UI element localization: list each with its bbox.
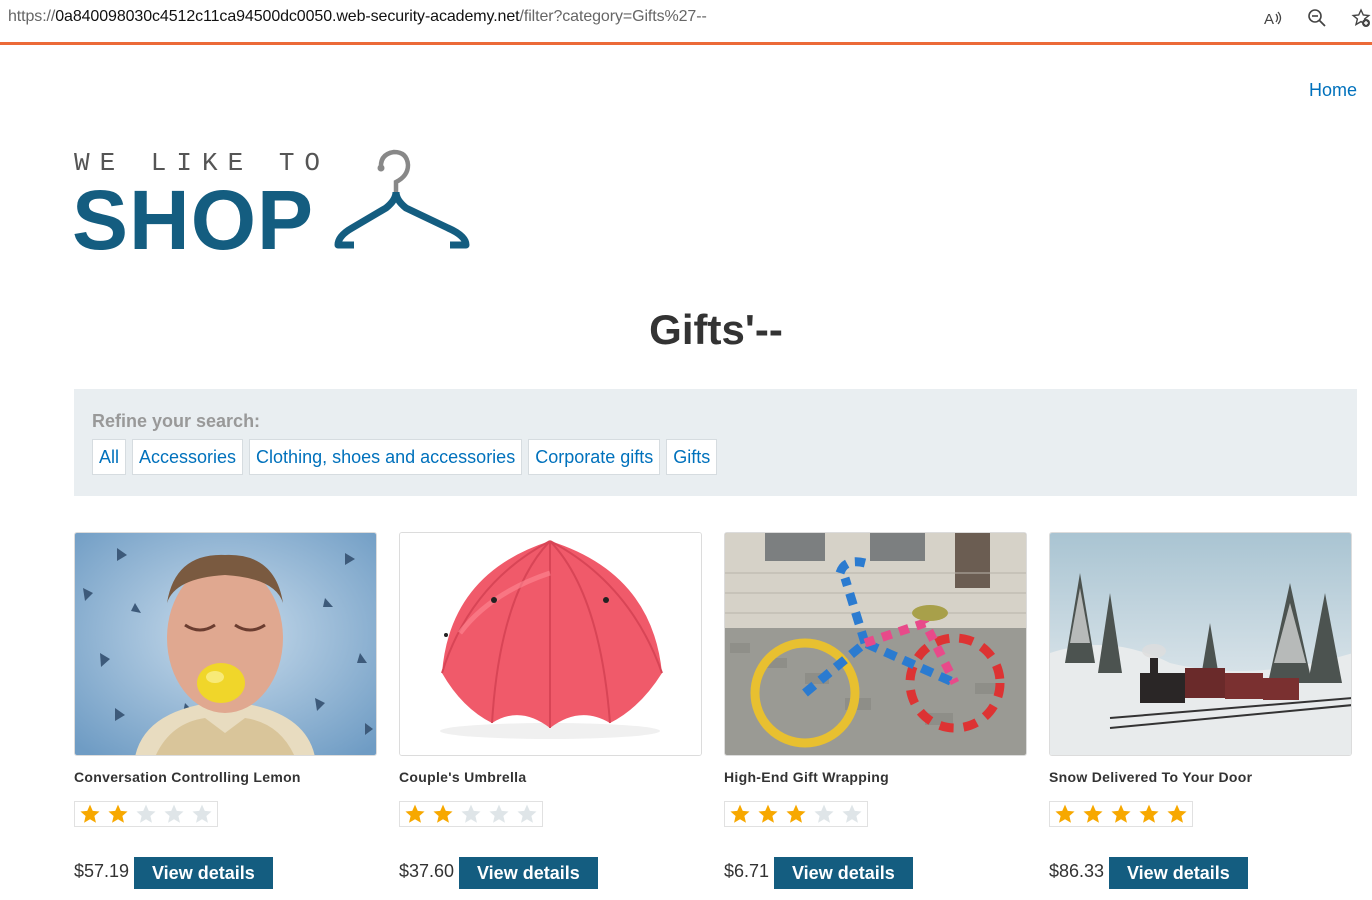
url-protocol: https:// [8, 8, 56, 25]
filter-gifts[interactable]: Gifts [666, 439, 718, 475]
star-filled-icon [1163, 802, 1191, 826]
product-image[interactable] [1049, 532, 1352, 756]
product-name: Snow Delivered To Your Door [1049, 769, 1253, 785]
page-title: Gifts'-- [649, 306, 783, 353]
filter-label: Refine your search: [92, 411, 261, 431]
snow-train-image [1050, 533, 1351, 755]
star-filled-icon [1051, 802, 1079, 826]
product-name: High-End Gift Wrapping [724, 769, 889, 785]
view-details-button[interactable]: View details [774, 857, 913, 889]
hanger-icon [334, 149, 470, 249]
filter-accessories[interactable]: Accessories [132, 439, 244, 475]
star-filled-icon [1135, 802, 1163, 826]
product-name: Couple's Umbrella [399, 769, 527, 785]
url-path: /filter?category=Gifts%27-- [519, 8, 707, 25]
view-details-button[interactable]: View details [134, 857, 273, 889]
star-empty-icon [838, 802, 866, 826]
product-card: High-End Gift Wrapping $6.71 View detail… [724, 532, 1027, 892]
filter-clothing[interactable]: Clothing, shoes and accessories [249, 439, 523, 475]
product-image[interactable] [724, 532, 1027, 756]
umbrella-image [400, 533, 701, 755]
product-price: $6.71 [724, 861, 770, 881]
star-empty-icon [457, 802, 485, 826]
product-price: $37.60 [399, 861, 455, 881]
star-rating [724, 801, 868, 827]
product-card: Snow Delivered To Your Door $86.33 View … [1049, 532, 1352, 892]
lemon-man-image [75, 533, 376, 755]
zoom-icon[interactable] [1305, 6, 1329, 30]
product-image[interactable] [74, 532, 377, 756]
star-filled-icon [754, 802, 782, 826]
product-price: $57.19 [74, 861, 130, 881]
star-empty-icon [485, 802, 513, 826]
star-empty-icon [132, 802, 160, 826]
filter-all[interactable]: All [92, 439, 127, 475]
logo-wordmark: SHOP [72, 173, 315, 267]
star-rating [399, 801, 543, 827]
star-empty-icon [188, 802, 216, 826]
product-image[interactable] [399, 532, 702, 756]
read-aloud-icon[interactable]: A [1261, 6, 1285, 30]
favorite-add-icon[interactable] [1349, 6, 1372, 30]
browser-toolbar: https://0a840098030c4512c11ca94500dc0050… [0, 0, 1372, 46]
star-filled-icon [76, 802, 104, 826]
star-filled-icon [429, 802, 457, 826]
star-filled-icon [726, 802, 754, 826]
gift-wrapped-bicycle-image [725, 533, 1026, 755]
star-empty-icon [513, 802, 541, 826]
site-logo[interactable]: WE LIKE TO SHOP [72, 148, 472, 262]
view-details-button[interactable]: View details [1109, 857, 1248, 889]
star-filled-icon [782, 802, 810, 826]
url-host: 0a840098030c4512c11ca94500dc0050.web-sec… [55, 8, 520, 25]
star-filled-icon [1107, 802, 1135, 826]
product-card: Conversation Controlling Lemon $57.19 Vi… [74, 532, 377, 892]
product-price: $86.33 [1049, 861, 1105, 881]
home-link[interactable]: Home [1309, 80, 1357, 101]
filter-panel: Refine your search: All Accessories Clot… [74, 389, 1357, 496]
star-filled-icon [104, 802, 132, 826]
address-bar[interactable]: https://0a840098030c4512c11ca94500dc0050… [8, 8, 707, 26]
product-grid: Conversation Controlling Lemon $57.19 Vi… [74, 532, 1364, 892]
product-card: Couple's Umbrella $37.60 View details [399, 532, 702, 892]
view-details-button[interactable]: View details [459, 857, 598, 889]
star-empty-icon [810, 802, 838, 826]
star-rating [1049, 801, 1193, 827]
accent-divider [0, 42, 1372, 45]
filter-list: All Accessories Clothing, shoes and acce… [92, 439, 718, 475]
star-empty-icon [160, 802, 188, 826]
product-name: Conversation Controlling Lemon [74, 769, 301, 785]
star-filled-icon [401, 802, 429, 826]
star-filled-icon [1079, 802, 1107, 826]
star-rating [74, 801, 218, 827]
svg-text:A: A [1264, 11, 1274, 28]
filter-corporate-gifts[interactable]: Corporate gifts [528, 439, 661, 475]
